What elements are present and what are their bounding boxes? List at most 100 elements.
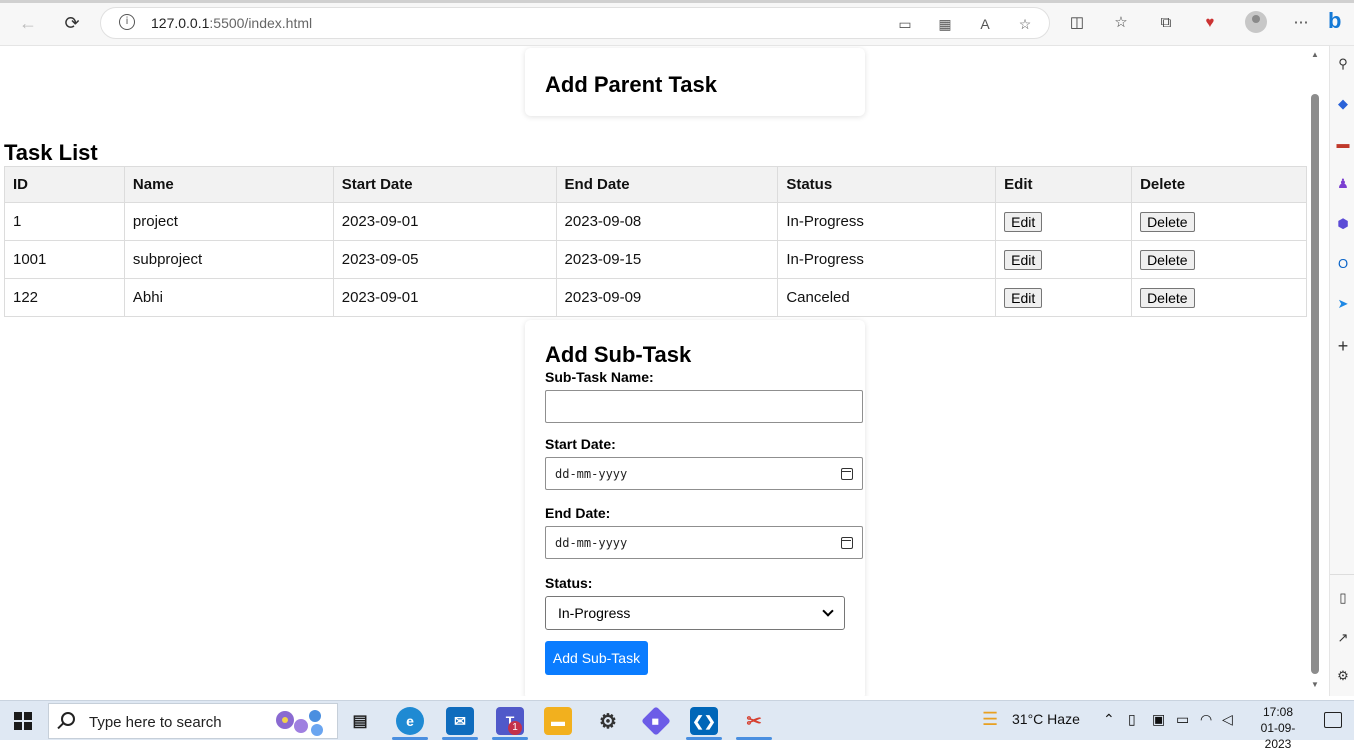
weather-text[interactable]: 31°C Haze (1012, 711, 1080, 727)
snipping-tool-icon[interactable]: ✂ (740, 707, 768, 735)
games-icon[interactable]: ♟ (1335, 176, 1351, 192)
cell-status: In-Progress (777, 202, 997, 241)
cell-edit: Edit (995, 240, 1133, 279)
table-row: 1001 subproject 2023-09-05 2023-09-15 In… (4, 240, 1307, 279)
teams-badge: 1 (508, 721, 522, 735)
open-external-icon[interactable]: ↗ (1335, 630, 1351, 646)
status-select[interactable]: In-Progress (545, 596, 845, 630)
chevron-down-icon (822, 605, 834, 617)
sidebar-divider (1330, 574, 1354, 575)
scroll-up-arrow-icon[interactable]: ▲ (1310, 50, 1320, 60)
profile-avatar[interactable] (1245, 11, 1267, 33)
column-header: Edit (995, 166, 1133, 203)
bing-chat-icon[interactable]: b (1328, 8, 1354, 38)
cell-status: In-Progress (777, 240, 997, 279)
git-app-icon[interactable]: ◆ (641, 706, 671, 736)
taskbar-search-box[interactable]: Type here to search (48, 703, 338, 739)
status-selected-value: In-Progress (558, 605, 631, 621)
cell-name: subproject (123, 240, 334, 279)
clock-date: 01-09-2023 (1260, 721, 1296, 751)
edit-button[interactable]: Edit (1004, 287, 1043, 308)
show-hidden-icons-icon[interactable]: ⌃ (1103, 711, 1115, 728)
battery-icon[interactable]: ▭ (1176, 711, 1189, 728)
scroll-down-arrow-icon[interactable]: ▼ (1310, 680, 1320, 690)
site-info-icon[interactable]: i (119, 14, 135, 30)
send-drop-icon[interactable]: ➤ (1335, 296, 1351, 312)
subtask-name-input[interactable] (545, 390, 863, 423)
end-date-placeholder: dd-mm-yyyy (555, 535, 628, 550)
shopping-tag-icon[interactable]: ◆ (1335, 96, 1351, 112)
edit-button[interactable]: Edit (1004, 249, 1043, 270)
flowers-highlight-icon (276, 710, 323, 736)
browser-essentials-icon[interactable]: ♥ (1199, 12, 1221, 34)
outlook-icon[interactable]: O (1335, 256, 1351, 272)
page-viewport: Add Parent Task Task List ID Name Start … (4, 46, 1308, 696)
collections-icon[interactable]: ⧉ (1155, 12, 1177, 34)
status-label: Status: (545, 575, 593, 591)
search-icon[interactable]: ⚲ (1335, 56, 1351, 72)
column-header: End Date (555, 166, 779, 203)
mail-icon[interactable]: ✉ (446, 707, 474, 735)
cell-edit: Edit (995, 202, 1133, 241)
cell-id: 122 (4, 278, 125, 317)
notifications-icon[interactable] (1324, 712, 1342, 728)
scroll-thumb[interactable] (1311, 94, 1319, 674)
favorite-star-icon[interactable]: ☆ (1016, 15, 1034, 33)
url-text[interactable]: 127.0.0.1:5500/index.html (151, 15, 312, 31)
hide-sidebar-icon[interactable]: ▯ (1335, 590, 1351, 606)
calendar-icon[interactable] (841, 536, 853, 549)
meet-now-icon[interactable]: ▣ (1152, 711, 1165, 728)
delete-button[interactable]: Delete (1140, 249, 1195, 270)
read-aloud-icon[interactable]: A (976, 15, 994, 33)
end-date-input[interactable]: dd-mm-yyyy (545, 526, 863, 559)
cell-start-date: 2023-09-01 (332, 278, 557, 317)
delete-button[interactable]: Delete (1140, 287, 1195, 308)
start-date-input[interactable]: dd-mm-yyyy (545, 457, 863, 490)
edge-sidebar: ⚲ ◆ ▬ ♟ ⬢ O ➤ + ▯ ↗ ⚙ (1329, 46, 1354, 696)
subtask-name-label: Sub-Task Name: (545, 369, 654, 385)
add-subtask-button[interactable]: Add Sub-Task (545, 641, 648, 675)
cell-edit: Edit (995, 278, 1133, 317)
cell-end-date: 2023-09-09 (555, 278, 779, 317)
windows-start-icon[interactable] (14, 712, 32, 730)
cell-name: Abhi (123, 278, 334, 317)
settings-gear-icon[interactable]: ⚙ (1335, 668, 1351, 684)
split-screen-icon[interactable]: ◫ (1066, 12, 1088, 34)
microsoft365-icon[interactable]: ⬢ (1335, 216, 1351, 232)
page-scrollbar[interactable]: ▲ ▼ (1308, 46, 1322, 696)
start-date-label: Start Date: (545, 436, 616, 452)
cell-end-date: 2023-09-08 (555, 202, 779, 241)
column-header: Name (123, 166, 334, 203)
table-header-row: ID Name Start Date End Date Status Edit … (4, 166, 1307, 203)
more-menu-icon[interactable]: ⋯ (1290, 12, 1312, 34)
table-row: 122 Abhi 2023-09-01 2023-09-09 Canceled … (4, 278, 1307, 317)
settings-gear-icon[interactable]: ⚙ (594, 707, 622, 735)
tab-strip-edge (0, 0, 1354, 3)
edit-button[interactable]: Edit (1004, 211, 1043, 232)
add-sidebar-app-icon[interactable]: + (1335, 337, 1351, 355)
back-arrow-icon[interactable]: ← (15, 10, 41, 36)
extensions-grid-icon[interactable]: ▦ (936, 15, 954, 33)
edge-browser-icon[interactable]: e (396, 707, 424, 735)
taskbar-clock[interactable]: 17:08 01-09-2023 (1248, 704, 1308, 752)
file-explorer-icon[interactable]: ▬ (544, 707, 572, 735)
add-parent-task-card: Add Parent Task (525, 48, 865, 116)
favorites-icon[interactable]: ☆ (1110, 12, 1132, 34)
cell-end-date: 2023-09-15 (555, 240, 779, 279)
volume-icon[interactable]: ◁ (1222, 711, 1233, 728)
refresh-icon[interactable]: ⟳ (59, 10, 85, 36)
cell-id: 1 (4, 202, 125, 241)
calendar-icon[interactable] (841, 467, 853, 480)
task-view-icon[interactable]: ▤ (346, 707, 374, 735)
weather-haze-icon[interactable]: ☰ (982, 709, 998, 730)
vscode-icon[interactable]: ❮❯ (690, 707, 718, 735)
delete-button[interactable]: Delete (1140, 211, 1195, 232)
cell-delete: Delete (1131, 278, 1307, 317)
cell-start-date: 2023-09-01 (332, 202, 557, 241)
wifi-icon[interactable]: ◠ (1200, 711, 1212, 728)
device-icon[interactable]: ▯ (1128, 711, 1136, 728)
app-available-icon[interactable]: ▭ (896, 15, 914, 33)
tools-briefcase-icon[interactable]: ▬ (1335, 136, 1351, 152)
subtask-title: Add Sub-Task (545, 342, 692, 367)
address-bar[interactable]: i 127.0.0.1:5500/index.html ▭ ▦ A ☆ (100, 7, 1050, 39)
